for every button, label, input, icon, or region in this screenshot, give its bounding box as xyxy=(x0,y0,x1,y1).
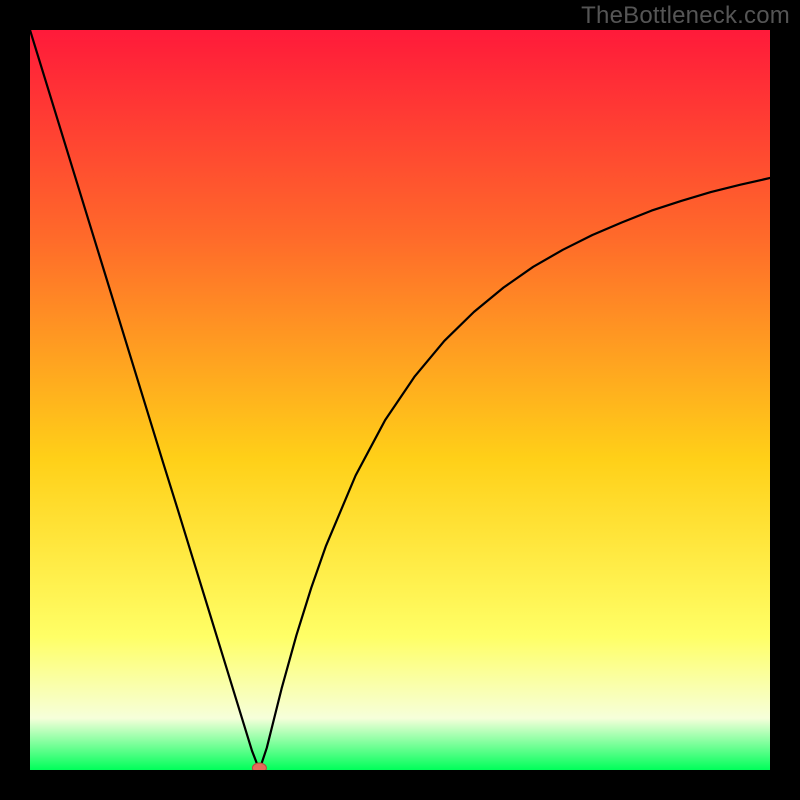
plot-area xyxy=(30,30,770,770)
chart-frame: TheBottleneck.com xyxy=(0,0,800,800)
optimal-point-marker xyxy=(252,763,266,770)
watermark-text: TheBottleneck.com xyxy=(581,2,790,30)
bottleneck-chart xyxy=(30,30,770,770)
